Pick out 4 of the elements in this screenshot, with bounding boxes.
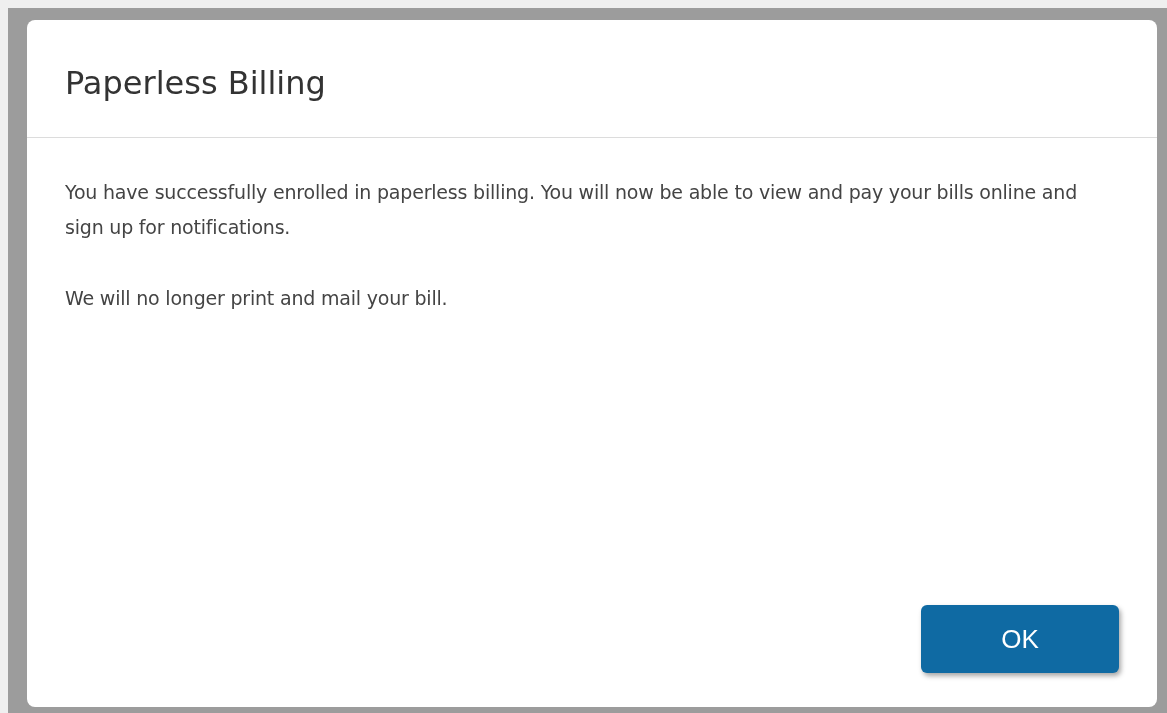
dialog-title: Paperless Billing — [65, 66, 326, 99]
ok-button[interactable]: OK — [921, 605, 1119, 673]
message-text: You have successfully enrolled in paperless billing. You will now be able to view and pay your bills online and sign up for notifications. — [65, 180, 1078, 240]
message-text: We will no longer print and mail your bill. — [65, 286, 449, 311]
